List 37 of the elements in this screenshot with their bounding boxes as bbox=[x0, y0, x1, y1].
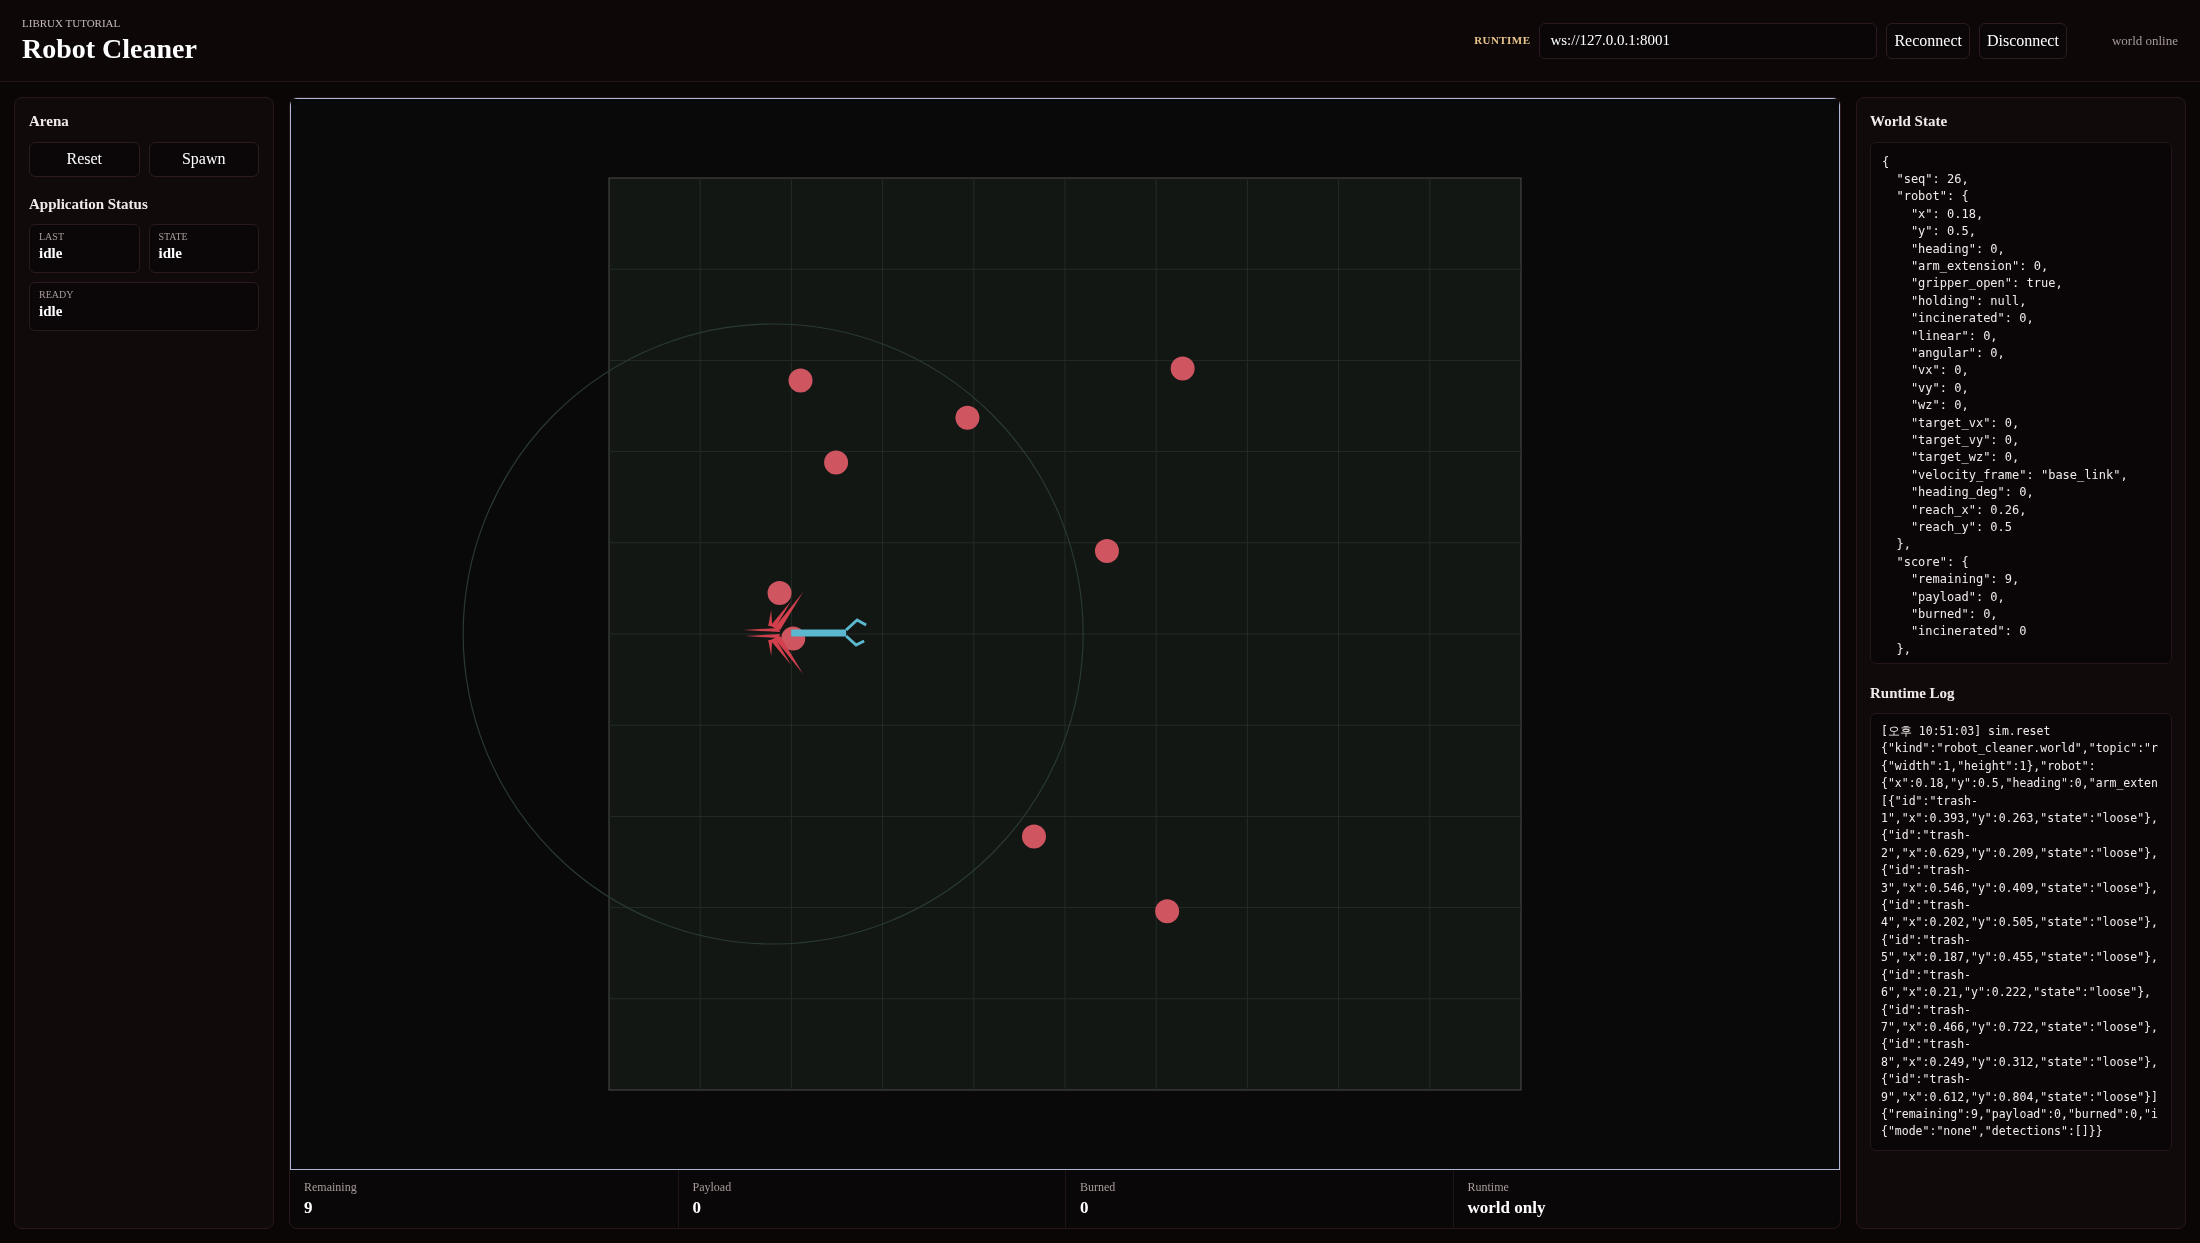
status-label: LAST bbox=[39, 232, 65, 242]
stat-label: Runtime bbox=[1467, 1181, 1510, 1193]
trash-dot bbox=[788, 368, 813, 393]
trash-dot bbox=[1170, 356, 1195, 381]
status-label: STATE bbox=[158, 232, 189, 242]
trash-dot bbox=[767, 580, 792, 605]
world-state-code: { "seq": 26, "robot": { "x": 0.18, "y": 0.5, "heading": 0, "arm_extension": 0, "gripper_open": true, "holding": null, "incinerated": 0, "linear": 0, "angular": 0, "vx": 0, "vy": 0, "wz": 0, "target_vx": 0, "target_vy": 0, "target_wz": 0, "velocity_frame": "base_link", "heading_deg": 0, "reach_x": 0.26, "reach_y": 0.5 }, "score": { "remaining": 9, "payload": 0, "burned": 0, "incinerated": 0 }, bbox=[1870, 141, 2172, 664]
trash-dot bbox=[1022, 824, 1046, 849]
runtime-label: RUNTIME bbox=[1474, 33, 1531, 49]
header-button[interactable]: Reconnect bbox=[1886, 22, 1970, 59]
stat-value: 0 bbox=[1080, 1199, 1090, 1216]
stat-label: Payload bbox=[692, 1181, 733, 1193]
url-field[interactable]: ws://127.0.0.1:8001 bbox=[1539, 22, 1878, 59]
app-title: Robot Cleaner bbox=[22, 35, 197, 63]
trash-dot bbox=[955, 405, 980, 430]
stat-value: world only bbox=[1467, 1199, 1547, 1216]
trash-dot bbox=[1094, 539, 1119, 563]
stat-value: 9 bbox=[304, 1199, 314, 1216]
status-value: idle bbox=[39, 246, 64, 261]
status-value: idle bbox=[158, 246, 183, 261]
trash-dot bbox=[1155, 899, 1180, 924]
status-label: READY bbox=[39, 290, 75, 300]
header-button[interactable]: Disconnect bbox=[1978, 22, 2067, 59]
runtime-log-output: [오후 10:51:03] sim.reset {"kind":"robot_cleaner.world","topic":"r {"width":1,"height":1},"robot": {"x":0.18,"y":0.5,"heading":0,"arm_exten [{"id":"trash- 1","x":0.393,"y":0.263,"state":"loose"}, {"id":"trash- 2","x":0.629,"y":0.209,"state":"loose"}, {"id":"trash- 3","x":0.546,"y":0.409,"state":"loose"}, {"id":"trash- 4","x":0.202,"y":0.505,"state":"loose"}, {"id":"trash- 5","x":0.187,"y":0.455,"state":"loose"}, {"id":"trash- 6","x":0.21,"y":0.222,"state":"loose"}, {"id":"trash- 7","x":0.466,"y":0.722,"state":"loose"}, {"id":"trash- 8","x":0.249,"y":0.312,"state":"loose"}, {"id":"trash- 9","x":0.612,"y":0.804,"state":"loose"}] {"remaining":9,"payload":0,"burned":0,"i {"mode":"none","detections":[]}} bbox=[1870, 713, 2172, 1151]
section-title: Runtime Log bbox=[1870, 683, 1956, 703]
section-title: World State bbox=[1870, 112, 1949, 131]
status-value: idle bbox=[39, 304, 64, 319]
section-title: Application Status bbox=[29, 194, 149, 214]
arena-button[interactable]: Reset bbox=[29, 141, 140, 177]
stat-label: Burned bbox=[1080, 1181, 1117, 1193]
app-eyebrow: LIBRUX TUTORIAL bbox=[22, 18, 122, 29]
trash-dot bbox=[824, 450, 849, 475]
connection-status: world online bbox=[2111, 31, 2178, 50]
section-title: Arena bbox=[29, 112, 70, 131]
arena-button[interactable]: Spawn bbox=[148, 141, 259, 177]
stat-value: 0 bbox=[692, 1199, 702, 1216]
stat-label: Remaining bbox=[304, 1181, 358, 1193]
